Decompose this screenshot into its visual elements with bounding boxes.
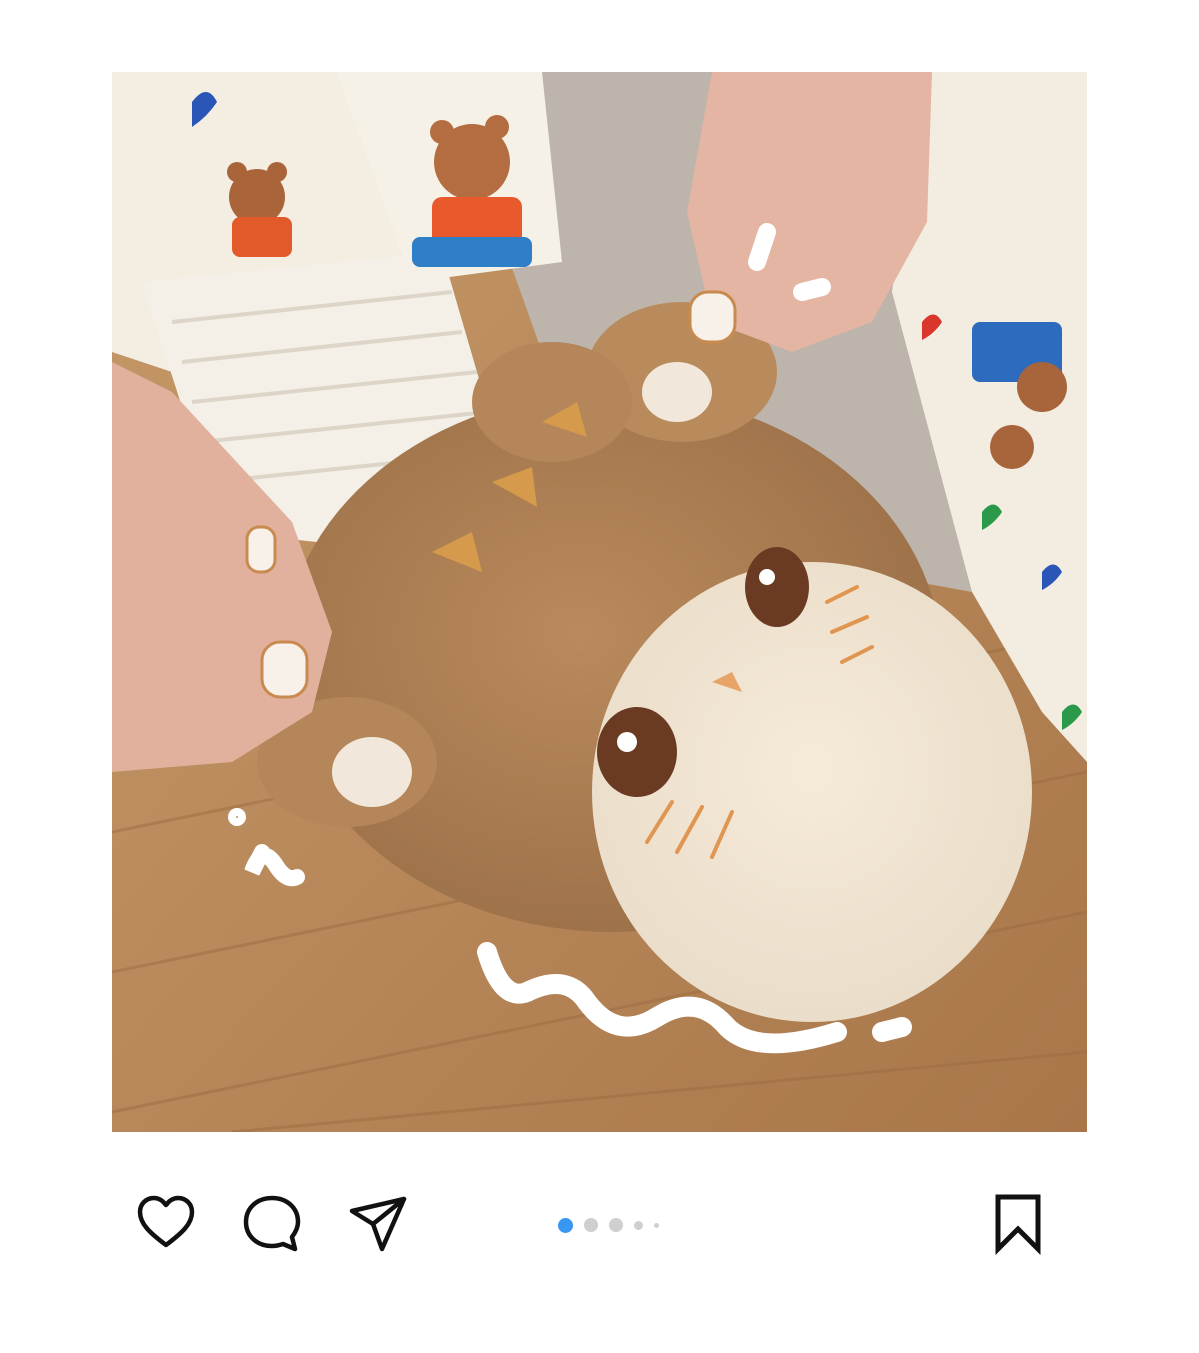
post-card [0, 0, 1199, 1353]
bookmark-icon [995, 1194, 1041, 1255]
like-button[interactable] [128, 1185, 204, 1261]
share-button[interactable] [340, 1185, 416, 1261]
carousel-dot[interactable] [609, 1218, 623, 1232]
paper-plane-icon [349, 1196, 407, 1252]
carousel-dot[interactable] [558, 1217, 573, 1233]
carousel-dot[interactable] [584, 1218, 598, 1232]
post-photo[interactable] [112, 72, 1087, 1132]
comment-button[interactable] [234, 1185, 310, 1261]
carousel-dot[interactable] [634, 1220, 643, 1230]
plush-photo-illustration [112, 72, 1087, 1132]
heart-icon [137, 1195, 195, 1248]
save-button[interactable] [980, 1185, 1056, 1261]
post-action-bar [112, 1185, 1087, 1265]
comment-bubble-icon [243, 1195, 301, 1252]
carousel-dot[interactable] [654, 1222, 659, 1228]
carousel-indicator [558, 1215, 659, 1235]
